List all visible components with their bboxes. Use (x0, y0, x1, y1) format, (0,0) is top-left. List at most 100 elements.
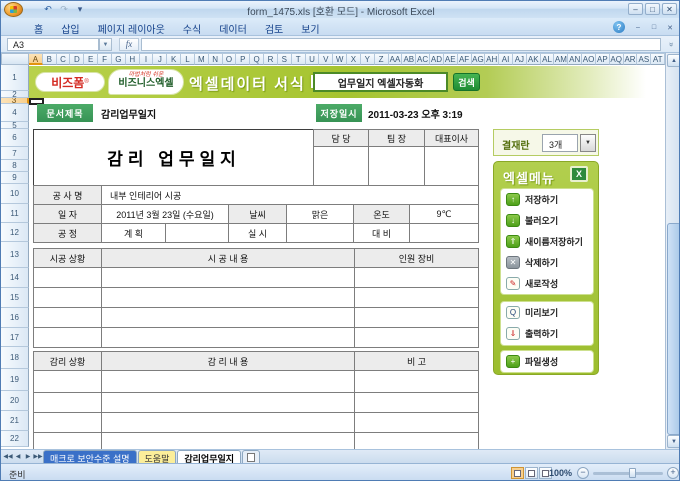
construction-cell[interactable] (33, 307, 102, 328)
column-header-S[interactable]: S (277, 53, 292, 65)
sheet-tab-help[interactable]: 도움말 (137, 450, 177, 464)
column-header-AD[interactable]: AD (430, 53, 444, 65)
row-header-16[interactable]: 16 (1, 308, 29, 328)
supervision-cell[interactable] (354, 392, 479, 413)
column-header-I[interactable]: I (139, 53, 154, 65)
row-header-5[interactable]: 5 (1, 122, 29, 129)
workbook-restore-button[interactable]: □ (647, 22, 661, 33)
zoom-out-button[interactable]: − (577, 467, 589, 479)
column-header-Q[interactable]: Q (250, 53, 265, 65)
workbook-minimize-button[interactable]: – (631, 22, 645, 33)
column-header-AC[interactable]: AC (416, 53, 431, 65)
column-header-AM[interactable]: AM (554, 53, 569, 65)
column-header-AR[interactable]: AR (623, 53, 638, 65)
column-header-V[interactable]: V (319, 53, 334, 65)
reserve-value[interactable] (409, 223, 479, 243)
page-layout-view-button[interactable] (525, 467, 538, 479)
construction-cell[interactable] (354, 287, 479, 308)
construction-cell[interactable] (101, 267, 355, 288)
approval-count-select[interactable]: 3개 (542, 134, 578, 152)
row-header-20[interactable]: 20 (1, 391, 29, 411)
menu-item-print[interactable]: ⇓ 출력하기 (501, 323, 593, 344)
search-button[interactable]: 검색 (453, 73, 480, 91)
row-header-2[interactable]: 2 (1, 91, 29, 98)
insert-worksheet-tab[interactable] (242, 450, 261, 463)
supervision-cell[interactable] (354, 412, 479, 433)
site-value[interactable]: 내부 인테리어 시공 (101, 185, 479, 205)
column-header-AO[interactable]: AO (582, 53, 596, 65)
supervision-cell[interactable] (33, 370, 102, 393)
tab-home[interactable]: 홈 (25, 18, 52, 36)
column-header-P[interactable]: P (236, 53, 251, 65)
menu-item-create-file[interactable]: + 파일생성 (501, 351, 593, 372)
row-header-17[interactable]: 17 (1, 328, 29, 347)
column-header-AS[interactable]: AS (637, 53, 652, 65)
row-header-22[interactable]: 22 (1, 431, 29, 447)
vertical-scroll-thumb[interactable] (667, 223, 679, 435)
approval-sign-cell[interactable] (313, 146, 369, 186)
menu-item-new[interactable]: ✎ 새로작성 (501, 273, 593, 294)
scroll-down-button[interactable]: ▼ (667, 435, 679, 448)
sheet-area[interactable]: 1 2 3 4 5 6 7 8 9 10 11 12 13 14 15 16 17 18 19 20 21 22 비즈폼 ®… (1, 65, 665, 449)
tab-page-layout[interactable]: 페이지 레이아웃 (89, 18, 174, 36)
column-header-Z[interactable]: Z (374, 53, 389, 65)
weather-value[interactable]: 맑은 (286, 204, 354, 224)
tab-insert[interactable]: 삽입 (52, 18, 88, 36)
column-header-AF[interactable]: AF (457, 53, 472, 65)
column-header-D[interactable]: D (70, 53, 85, 65)
supervision-cell[interactable] (354, 432, 479, 449)
column-header-AB[interactable]: AB (402, 53, 417, 65)
column-header-AA[interactable]: AA (388, 53, 403, 65)
row-header-8[interactable]: 8 (1, 160, 29, 172)
doc-title-value[interactable]: 감리업무일지 (101, 104, 301, 122)
formula-bar-expand-button[interactable]: » (665, 38, 678, 51)
sheet-tab-active[interactable]: 감리업무일지 (177, 450, 242, 464)
first-sheet-button[interactable]: ◀◀ (3, 450, 13, 463)
row-header-7[interactable]: 7 (1, 147, 29, 160)
column-header-X[interactable]: X (347, 53, 361, 65)
construction-cell[interactable] (33, 267, 102, 288)
construction-cell[interactable] (354, 267, 479, 288)
column-header-B[interactable]: B (42, 53, 57, 65)
column-header-AT[interactable]: AT (651, 53, 666, 65)
column-header-AH[interactable]: AH (485, 53, 500, 65)
vertical-scrollbar[interactable]: ▲ ▼ (665, 53, 679, 449)
zoom-slider-thumb[interactable] (629, 468, 636, 478)
tab-view[interactable]: 보기 (292, 18, 328, 36)
column-header-O[interactable]: O (222, 53, 237, 65)
menu-item-save-as[interactable]: ⇑ 새이름저장하기 (501, 231, 593, 252)
normal-view-button[interactable] (511, 467, 524, 479)
column-header-R[interactable]: R (264, 53, 278, 65)
supervision-cell[interactable] (101, 392, 355, 413)
last-sheet-button[interactable]: ▶▶ (33, 450, 43, 463)
column-header-E[interactable]: E (84, 53, 99, 65)
row-header-19[interactable]: 19 (1, 369, 29, 391)
bizforms-logo[interactable]: 비즈폼 ® (35, 72, 105, 92)
column-header-AJ[interactable]: AJ (512, 53, 527, 65)
menu-item-save[interactable]: ↑ 저장하기 (501, 189, 593, 210)
help-button[interactable]: ? (613, 21, 625, 33)
tab-data[interactable]: 데이터 (210, 18, 256, 36)
prev-sheet-button[interactable]: ◀ (13, 450, 23, 463)
construction-cell[interactable] (33, 287, 102, 308)
column-header-W[interactable]: W (333, 53, 348, 65)
column-header-AL[interactable]: AL (540, 53, 555, 65)
column-header-AP[interactable]: AP (595, 53, 610, 65)
close-button[interactable]: ✕ (662, 3, 677, 15)
row-header-21[interactable]: 21 (1, 411, 29, 431)
row-header-18[interactable]: 18 (1, 347, 29, 369)
column-header-M[interactable]: M (194, 53, 209, 65)
column-header-T[interactable]: T (291, 53, 306, 65)
row-header-10[interactable]: 10 (1, 184, 29, 204)
sheet-tab-macro-security[interactable]: 매크로 보안수준 설명 (43, 450, 137, 464)
row-header-15[interactable]: 15 (1, 288, 29, 308)
temp-value[interactable]: 9℃ (409, 204, 479, 224)
row-header-12[interactable]: 12 (1, 223, 29, 242)
row-header-6[interactable]: 6 (1, 129, 29, 147)
supervision-cell[interactable] (33, 432, 102, 449)
plan-value[interactable] (165, 223, 229, 243)
exec-value[interactable] (286, 223, 354, 243)
column-header-L[interactable]: L (181, 53, 195, 65)
supervision-cell[interactable] (101, 412, 355, 433)
menu-item-delete[interactable]: ✕ 삭제하기 (501, 252, 593, 273)
